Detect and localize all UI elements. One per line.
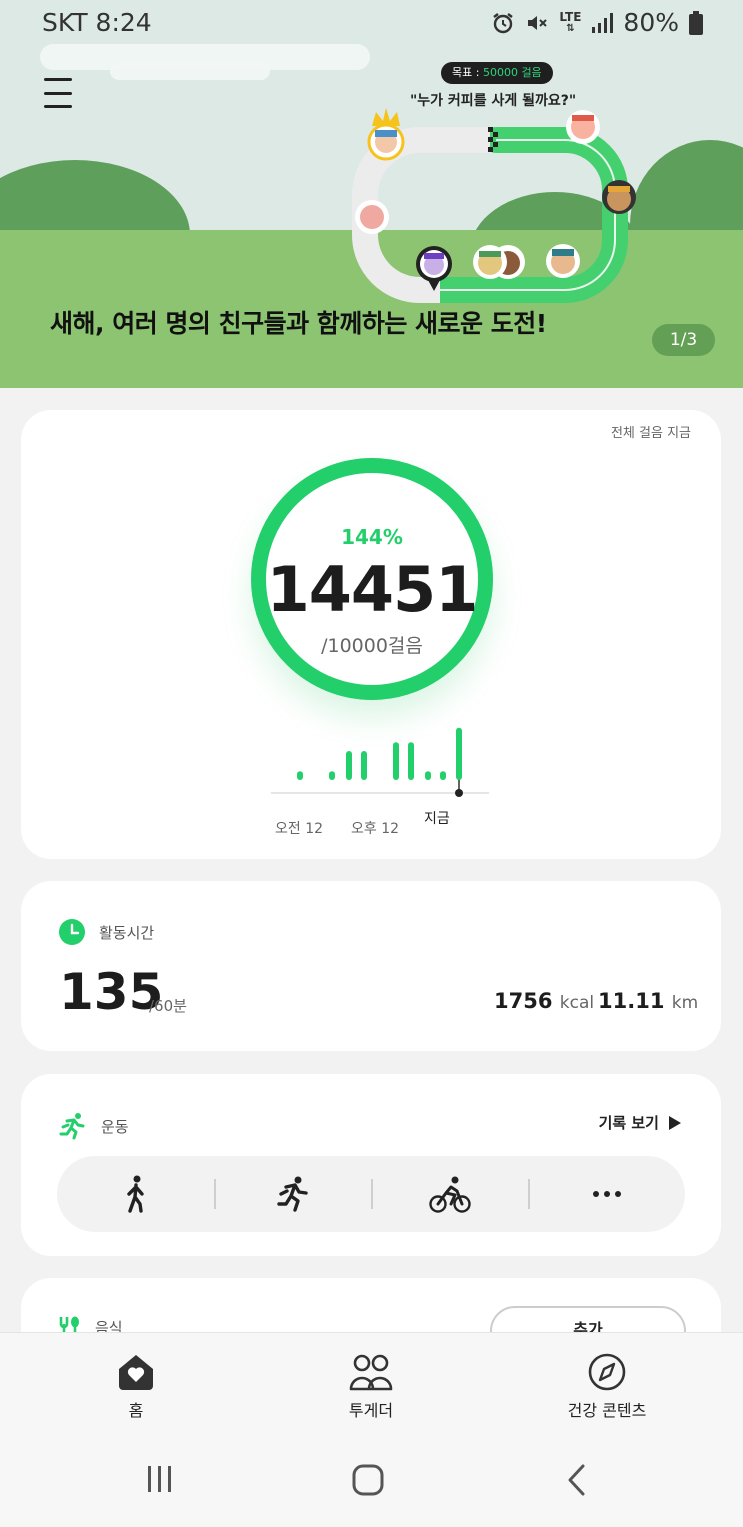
walk-button[interactable] — [57, 1156, 214, 1232]
hourly-step-bar — [361, 751, 367, 780]
nav-discover[interactable]: 건강 콘텐츠 — [527, 1353, 687, 1421]
more-icon — [592, 1191, 621, 1197]
bottom-navigation: 홈 투게더 건강 콘텐츠 — [0, 1332, 743, 1440]
steps-ring: 144% 14451 /10000걸음 — [251, 458, 493, 700]
steps-card[interactable]: 전체 걸음 지금 144% 14451 /10000걸음 오전 12 오후 12… — [21, 410, 721, 859]
system-navigation-bar — [0, 1440, 743, 1527]
hourly-step-bar — [440, 771, 446, 780]
recent-apps-icon[interactable] — [146, 1464, 174, 1494]
compass-icon — [588, 1353, 626, 1391]
steps-count: 14451 — [266, 553, 479, 626]
all-steps-link[interactable]: 전체 걸음 지금 — [611, 422, 691, 441]
avatar-pin — [355, 200, 389, 234]
chart-label-am: 오전 12 — [275, 821, 324, 837]
hourly-step-bar — [329, 771, 335, 780]
run-button[interactable] — [214, 1156, 371, 1232]
crown-icon — [372, 108, 400, 126]
banner-page-indicator: 1/3 — [652, 324, 715, 356]
hourly-step-bar — [346, 751, 352, 780]
more-exercise-button[interactable] — [528, 1156, 685, 1232]
exercise-label: 운동 — [101, 1117, 129, 1136]
avatar-pin — [367, 123, 405, 161]
nav-together[interactable]: 투게더 — [291, 1353, 451, 1421]
avatar-pin — [546, 244, 580, 278]
chart-label-pm: 오후 12 — [351, 821, 400, 837]
hourly-step-bar — [297, 771, 303, 780]
back-icon[interactable] — [566, 1464, 588, 1496]
run-icon — [276, 1176, 308, 1212]
clock-icon — [59, 919, 85, 945]
walk-icon — [126, 1175, 144, 1213]
hourly-step-bar — [393, 742, 399, 780]
avatar-pin — [602, 180, 636, 214]
running-icon — [59, 1113, 85, 1140]
activity-label: 활동시간 — [99, 923, 155, 942]
promo-banner[interactable]: SKT 8:24 LTE ⇅ 80% 목표 : 50000 걸음 "누가 커피를 … — [0, 0, 743, 388]
chart-label-now: 지금 — [424, 811, 450, 827]
calories-stat: 1756 kcal — [494, 989, 595, 1013]
avatar-pin — [566, 110, 600, 144]
steps-goal: /10000걸음 — [321, 635, 423, 657]
home-button-icon[interactable] — [352, 1464, 384, 1496]
activity-card[interactable]: 활동시간 135 /60분 1756 kcal 11.11 km — [21, 881, 721, 1051]
exercise-card[interactable]: 운동 기록 보기 — [21, 1074, 721, 1256]
hourly-step-bar — [425, 771, 431, 780]
avatar-pin — [473, 245, 507, 279]
view-records-link[interactable]: 기록 보기 — [599, 1112, 681, 1133]
distance-stat: 11.11 km — [598, 989, 699, 1013]
bicycle-icon — [428, 1176, 471, 1213]
home-heart-icon — [119, 1355, 153, 1390]
play-arrow-icon — [669, 1115, 681, 1130]
hourly-step-bar — [456, 727, 462, 780]
hourly-step-bar — [408, 742, 414, 780]
people-icon — [349, 1354, 393, 1391]
active-minutes-goal: /60분 — [149, 997, 187, 1015]
active-minutes: 135 — [59, 963, 164, 1021]
steps-percent: 144% — [341, 525, 403, 549]
nav-home[interactable]: 홈 — [56, 1353, 216, 1421]
banner-title: 새해, 여러 명의 친구들과 함께하는 새로운 도전! — [50, 309, 547, 338]
hourly-steps-chart — [271, 727, 489, 797]
exercise-shortcuts — [57, 1156, 685, 1232]
bicycle-button[interactable] — [371, 1156, 528, 1232]
